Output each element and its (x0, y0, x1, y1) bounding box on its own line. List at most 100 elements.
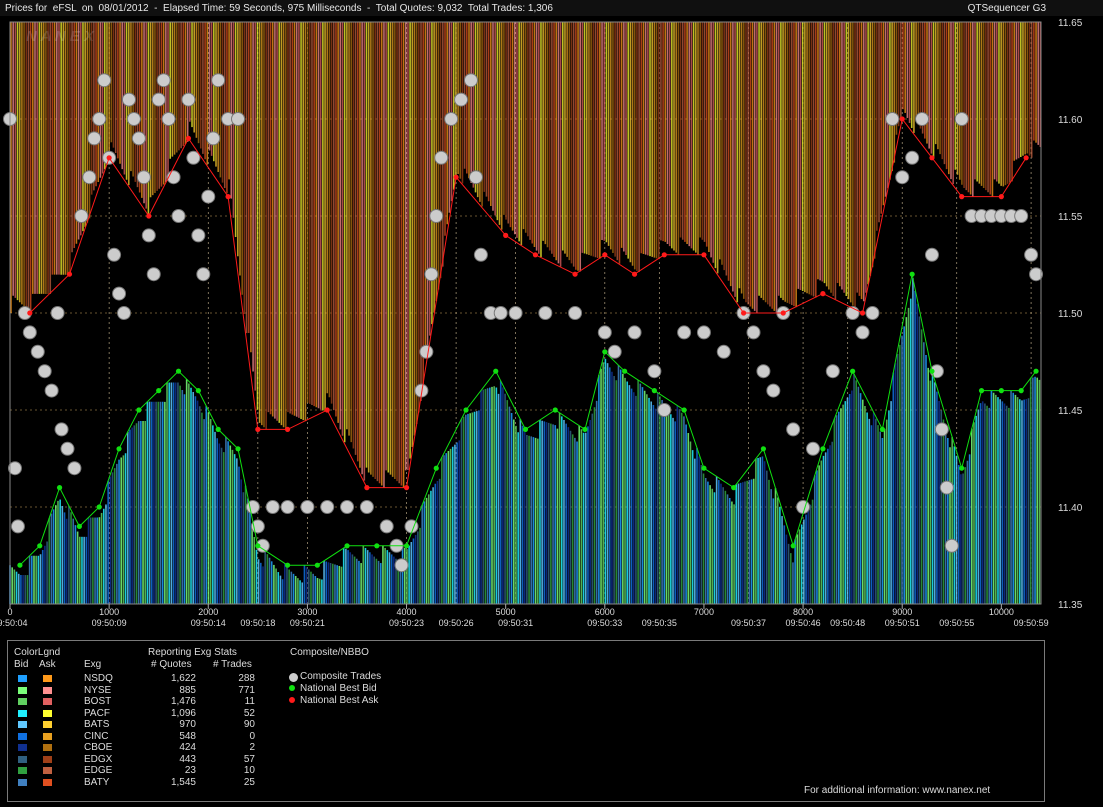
bid-point (651, 388, 657, 394)
ask-point (284, 426, 291, 432)
bid-point (136, 407, 142, 413)
bid-point (255, 543, 261, 549)
exchange-name: NSDQ (84, 673, 113, 684)
nbbo-label: National Best Bid (300, 683, 377, 694)
trade-point (716, 344, 731, 359)
x-tick-label: 3000 (297, 607, 317, 617)
exchange-name: BATY (84, 776, 110, 788)
trade-point (206, 131, 221, 146)
color-legend-title: ColorLgnd (14, 647, 61, 658)
trade-point (454, 92, 469, 107)
trade-count: 25 (243, 776, 255, 788)
bid-swatch (18, 686, 27, 694)
y-tick-label: 11.35 (1058, 600, 1083, 611)
trade-point (394, 558, 409, 573)
bid-swatch (18, 767, 27, 774)
bid-point (731, 485, 737, 491)
nbbo-label: Composite Trades (300, 671, 382, 682)
quote-count: 970 (179, 719, 196, 730)
trade-count: 10 (243, 765, 255, 776)
bid-point (17, 562, 23, 568)
trade-point (265, 500, 280, 514)
chart-title: Prices for eFSL on 08/01/2012 - Elapsed … (5, 3, 553, 14)
trades-header: # Trades (213, 659, 252, 670)
x-tick-label: 4000 (397, 607, 417, 617)
trade-point (196, 267, 211, 282)
exchange-name: BATS (84, 719, 110, 730)
bid-point (374, 543, 380, 549)
nbbo-marker (289, 673, 298, 682)
trade-point (473, 247, 488, 262)
y-tick-label: 11.65 (1058, 18, 1083, 29)
time-tick-label: 09:50:33 (587, 618, 622, 628)
bid-point (909, 271, 915, 277)
trade-point (211, 73, 226, 88)
trade-point (141, 228, 156, 243)
ask-point (185, 135, 192, 141)
trade-point (74, 209, 89, 223)
bid-point (56, 485, 63, 491)
time-tick-label: 09:50:51 (885, 618, 920, 628)
bid-point (493, 368, 499, 374)
ask-point (899, 116, 905, 122)
bid-swatch (18, 675, 27, 682)
trade-point (340, 500, 355, 514)
bid-point (790, 543, 796, 549)
time-tick-label: 09:50:35 (642, 618, 677, 628)
bid-point (760, 446, 767, 452)
trade-point (796, 500, 811, 514)
ask-point (255, 426, 261, 432)
trade-point (905, 150, 920, 165)
trade-point (92, 112, 107, 126)
trade-point (696, 325, 711, 340)
bid-point (235, 446, 241, 452)
bid-point (1018, 388, 1024, 394)
x-tick-label: 6000 (595, 607, 615, 617)
bid-point (344, 543, 350, 549)
bid-swatch (18, 755, 27, 763)
trade-point (1014, 209, 1029, 223)
bid-point (195, 388, 201, 394)
y-tick-label: 11.60 (1058, 115, 1083, 126)
quote-count: 1,622 (170, 673, 196, 684)
price-chart: N A N E X 11.3511.4011.4511.5011.5511.60… (0, 18, 1083, 628)
ask-swatch (43, 686, 52, 694)
ask-point (780, 310, 786, 316)
y-tick-label: 11.55 (1058, 212, 1083, 223)
trade-point (87, 131, 102, 146)
x-tick-label: 8000 (793, 607, 813, 617)
quote-count: 1,096 (170, 707, 196, 719)
nbbo-marker (289, 697, 295, 703)
trade-point (359, 500, 374, 514)
exchange-name: NYSE (84, 684, 112, 696)
ask-point (602, 252, 608, 258)
ask-swatch (43, 767, 52, 774)
ask-point (661, 252, 667, 258)
bid-point (433, 465, 439, 471)
trade-point (939, 480, 954, 495)
ask-point (106, 155, 112, 161)
trade-point (201, 189, 216, 204)
time-tick-label: 09:50:48 (830, 618, 865, 628)
bid-point (978, 388, 985, 394)
trade-point (117, 306, 132, 320)
trade-point (1024, 247, 1039, 262)
bid-swatch (18, 732, 27, 740)
bid-point (929, 368, 935, 374)
trade-point (677, 325, 692, 340)
quote-count: 548 (179, 730, 196, 742)
bid-point (463, 407, 469, 413)
trade-count: 52 (243, 707, 255, 719)
ask-swatch (43, 675, 52, 682)
bid-point (879, 426, 885, 432)
bid-point (820, 446, 826, 452)
bid-point (403, 543, 410, 549)
trade-point (944, 538, 959, 553)
x-tick-label: 9000 (892, 607, 912, 617)
trade-point (107, 247, 122, 262)
nbbo-marker (289, 685, 295, 691)
bid-point (582, 426, 588, 432)
bid-point (522, 426, 529, 432)
trade-point (44, 383, 59, 398)
ask-point (572, 271, 578, 277)
